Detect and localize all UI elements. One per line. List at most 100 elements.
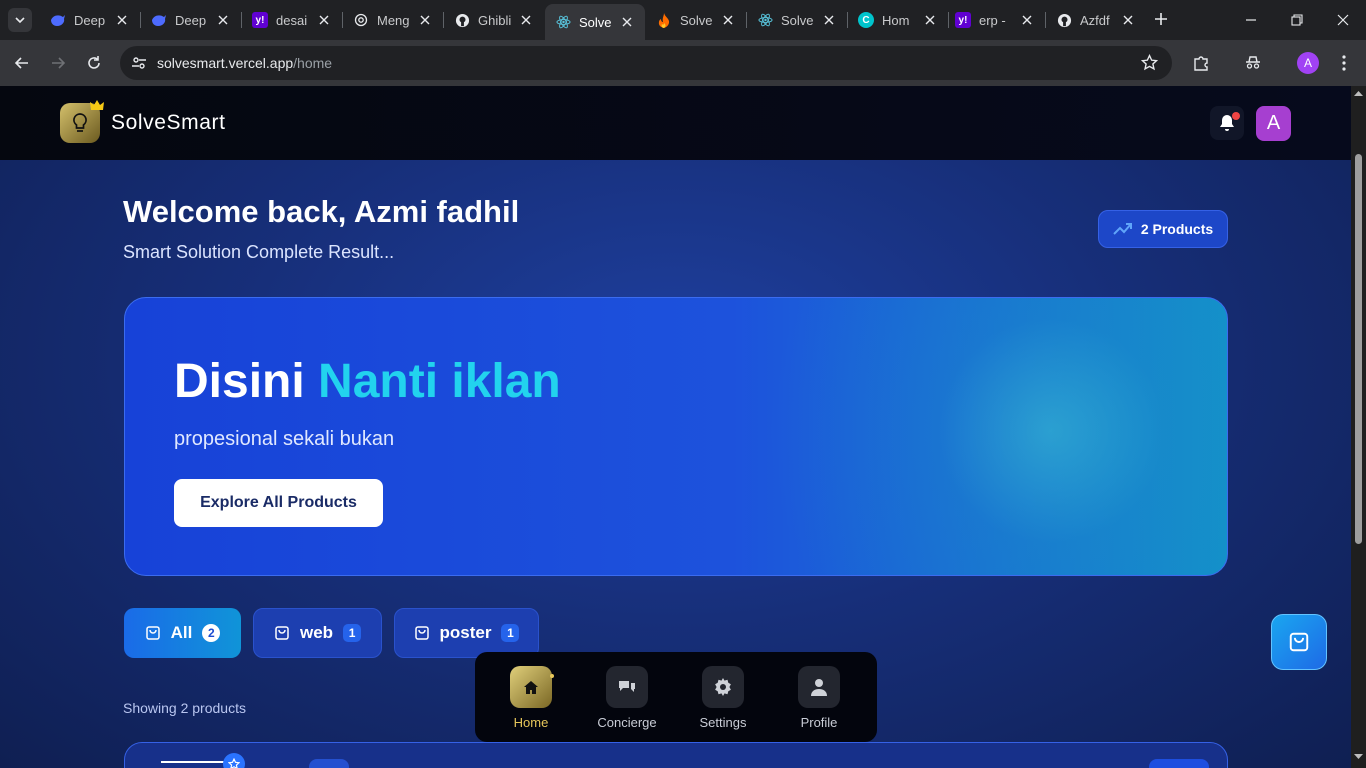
page-scrollbar[interactable] — [1351, 86, 1366, 768]
nav-label: Profile — [800, 715, 838, 730]
deepseek-icon — [151, 12, 167, 28]
tab-title: Solve — [680, 12, 713, 28]
gear-icon — [702, 666, 744, 708]
product-thumbnail — [161, 761, 231, 768]
category-tab-web[interactable]: web 1 — [253, 608, 382, 658]
category-count: 1 — [501, 624, 520, 642]
forward-button[interactable] — [43, 48, 73, 78]
close-icon[interactable] — [619, 14, 635, 30]
browser-tab[interactable]: Solve — [747, 6, 847, 34]
close-icon[interactable] — [1019, 12, 1035, 28]
nav-label: Concierge — [597, 715, 657, 730]
tab-title: Ghibli — [478, 12, 512, 28]
minimize-button[interactable] — [1228, 0, 1274, 40]
browser-tab[interactable]: Deep — [141, 6, 241, 34]
browser-profile-avatar[interactable]: A — [1297, 52, 1319, 74]
tab-title: desai — [276, 12, 308, 28]
extensions-button[interactable] — [1186, 48, 1216, 78]
chevron-down-icon — [15, 17, 25, 24]
tab-search-button[interactable] — [8, 8, 32, 32]
browser-tab[interactable]: C Hom — [848, 6, 948, 34]
site-settings-icon[interactable] — [131, 55, 147, 76]
tab-title: Deep — [175, 12, 207, 28]
nav-item-home[interactable]: Home — [496, 666, 566, 730]
reload-button[interactable] — [79, 48, 109, 78]
products-count-label: 2 Products — [1140, 221, 1214, 237]
scroll-thumb[interactable] — [1355, 154, 1362, 544]
hero-title: Disini Nanti iklan — [174, 354, 561, 409]
welcome-subtitle: Smart Solution Complete Result... — [123, 242, 395, 262]
cart-button[interactable] — [1271, 614, 1327, 670]
browser-tab[interactable]: Ghibli — [444, 6, 544, 34]
tab-title: Azfdf — [1080, 12, 1110, 28]
category-label: poster — [439, 623, 492, 642]
lightbulb-icon — [73, 113, 87, 132]
nav-item-settings[interactable]: Settings — [688, 666, 758, 730]
scroll-down-icon[interactable] — [1354, 754, 1363, 760]
close-icon — [1337, 14, 1349, 26]
browser-tab[interactable]: Azfdf — [1046, 6, 1146, 34]
products-count-badge[interactable]: 2 Products — [1098, 210, 1228, 248]
tab-title: erp - — [979, 12, 1006, 28]
close-icon[interactable] — [215, 12, 231, 28]
close-icon[interactable] — [1120, 12, 1136, 28]
close-window-button[interactable] — [1320, 0, 1366, 40]
active-indicator — [550, 674, 554, 678]
reload-icon — [88, 56, 100, 69]
close-icon[interactable] — [316, 12, 332, 28]
category-tab-all[interactable]: All 2 — [124, 608, 241, 658]
star-icon[interactable] — [223, 753, 245, 768]
react-icon — [555, 14, 571, 30]
close-icon[interactable] — [518, 12, 534, 28]
browser-tab[interactable]: Meng — [343, 6, 443, 34]
github-icon — [454, 12, 470, 28]
browser-tab[interactable]: Solve — [646, 6, 746, 34]
scroll-up-icon[interactable] — [1354, 90, 1363, 96]
category-label: All — [170, 623, 193, 642]
product-action[interactable] — [1149, 759, 1209, 768]
restore-button[interactable] — [1274, 0, 1320, 40]
incognito-button[interactable] — [1238, 48, 1268, 78]
close-icon[interactable] — [417, 12, 433, 28]
nav-item-concierge[interactable]: Concierge — [592, 666, 662, 730]
category-count: 1 — [343, 624, 362, 642]
hero-title-accent: Nanti iklan — [318, 355, 561, 408]
close-icon[interactable] — [821, 12, 837, 28]
user-avatar-button[interactable]: A — [1256, 106, 1291, 141]
hero-subtitle: propesional sekali bukan — [174, 428, 395, 450]
browser-tabstrip: Deep Deep y! desai Meng Ghibli Solve Sol… — [0, 0, 1366, 40]
arrow-right-icon — [52, 57, 66, 69]
product-card[interactable] — [124, 742, 1228, 768]
category-label: web — [299, 623, 334, 642]
explore-products-button[interactable]: Explore All Products — [174, 479, 383, 527]
browser-tab[interactable]: y! erp - — [945, 6, 1045, 34]
browser-tab[interactable]: Deep — [40, 6, 140, 34]
browser-menu-button[interactable] — [1329, 48, 1359, 78]
shopping-bag-icon — [275, 626, 289, 640]
back-button[interactable] — [7, 48, 37, 78]
trending-up-icon — [1113, 223, 1132, 235]
star-icon[interactable] — [1140, 53, 1159, 76]
url-path: /home — [293, 55, 333, 71]
incognito-icon — [1246, 56, 1260, 69]
browser-tab[interactable]: y! desai — [242, 6, 342, 34]
tab-title: Deep — [74, 12, 106, 28]
openai-icon — [353, 12, 369, 28]
minimize-icon — [1246, 19, 1256, 21]
nav-item-profile[interactable]: Profile — [784, 666, 854, 730]
react-icon — [757, 12, 773, 28]
url-text: solvesmart.vercel.app/home — [157, 55, 332, 71]
notification-badge — [1232, 112, 1240, 120]
brand-name[interactable]: SolveSmart — [111, 111, 226, 135]
tab-title: Solve — [781, 12, 814, 28]
puzzle-icon — [1194, 56, 1208, 71]
notifications-button[interactable] — [1210, 106, 1244, 140]
new-tab-button[interactable] — [1150, 8, 1172, 30]
close-icon[interactable] — [720, 12, 736, 28]
close-icon[interactable] — [922, 12, 938, 28]
category-tab-poster[interactable]: poster 1 — [394, 608, 539, 658]
address-bar[interactable]: solvesmart.vercel.app/home — [120, 46, 1172, 80]
browser-tab-active[interactable]: Solve — [545, 4, 645, 40]
close-icon[interactable] — [114, 12, 130, 28]
yahoo-icon: y! — [955, 12, 971, 28]
